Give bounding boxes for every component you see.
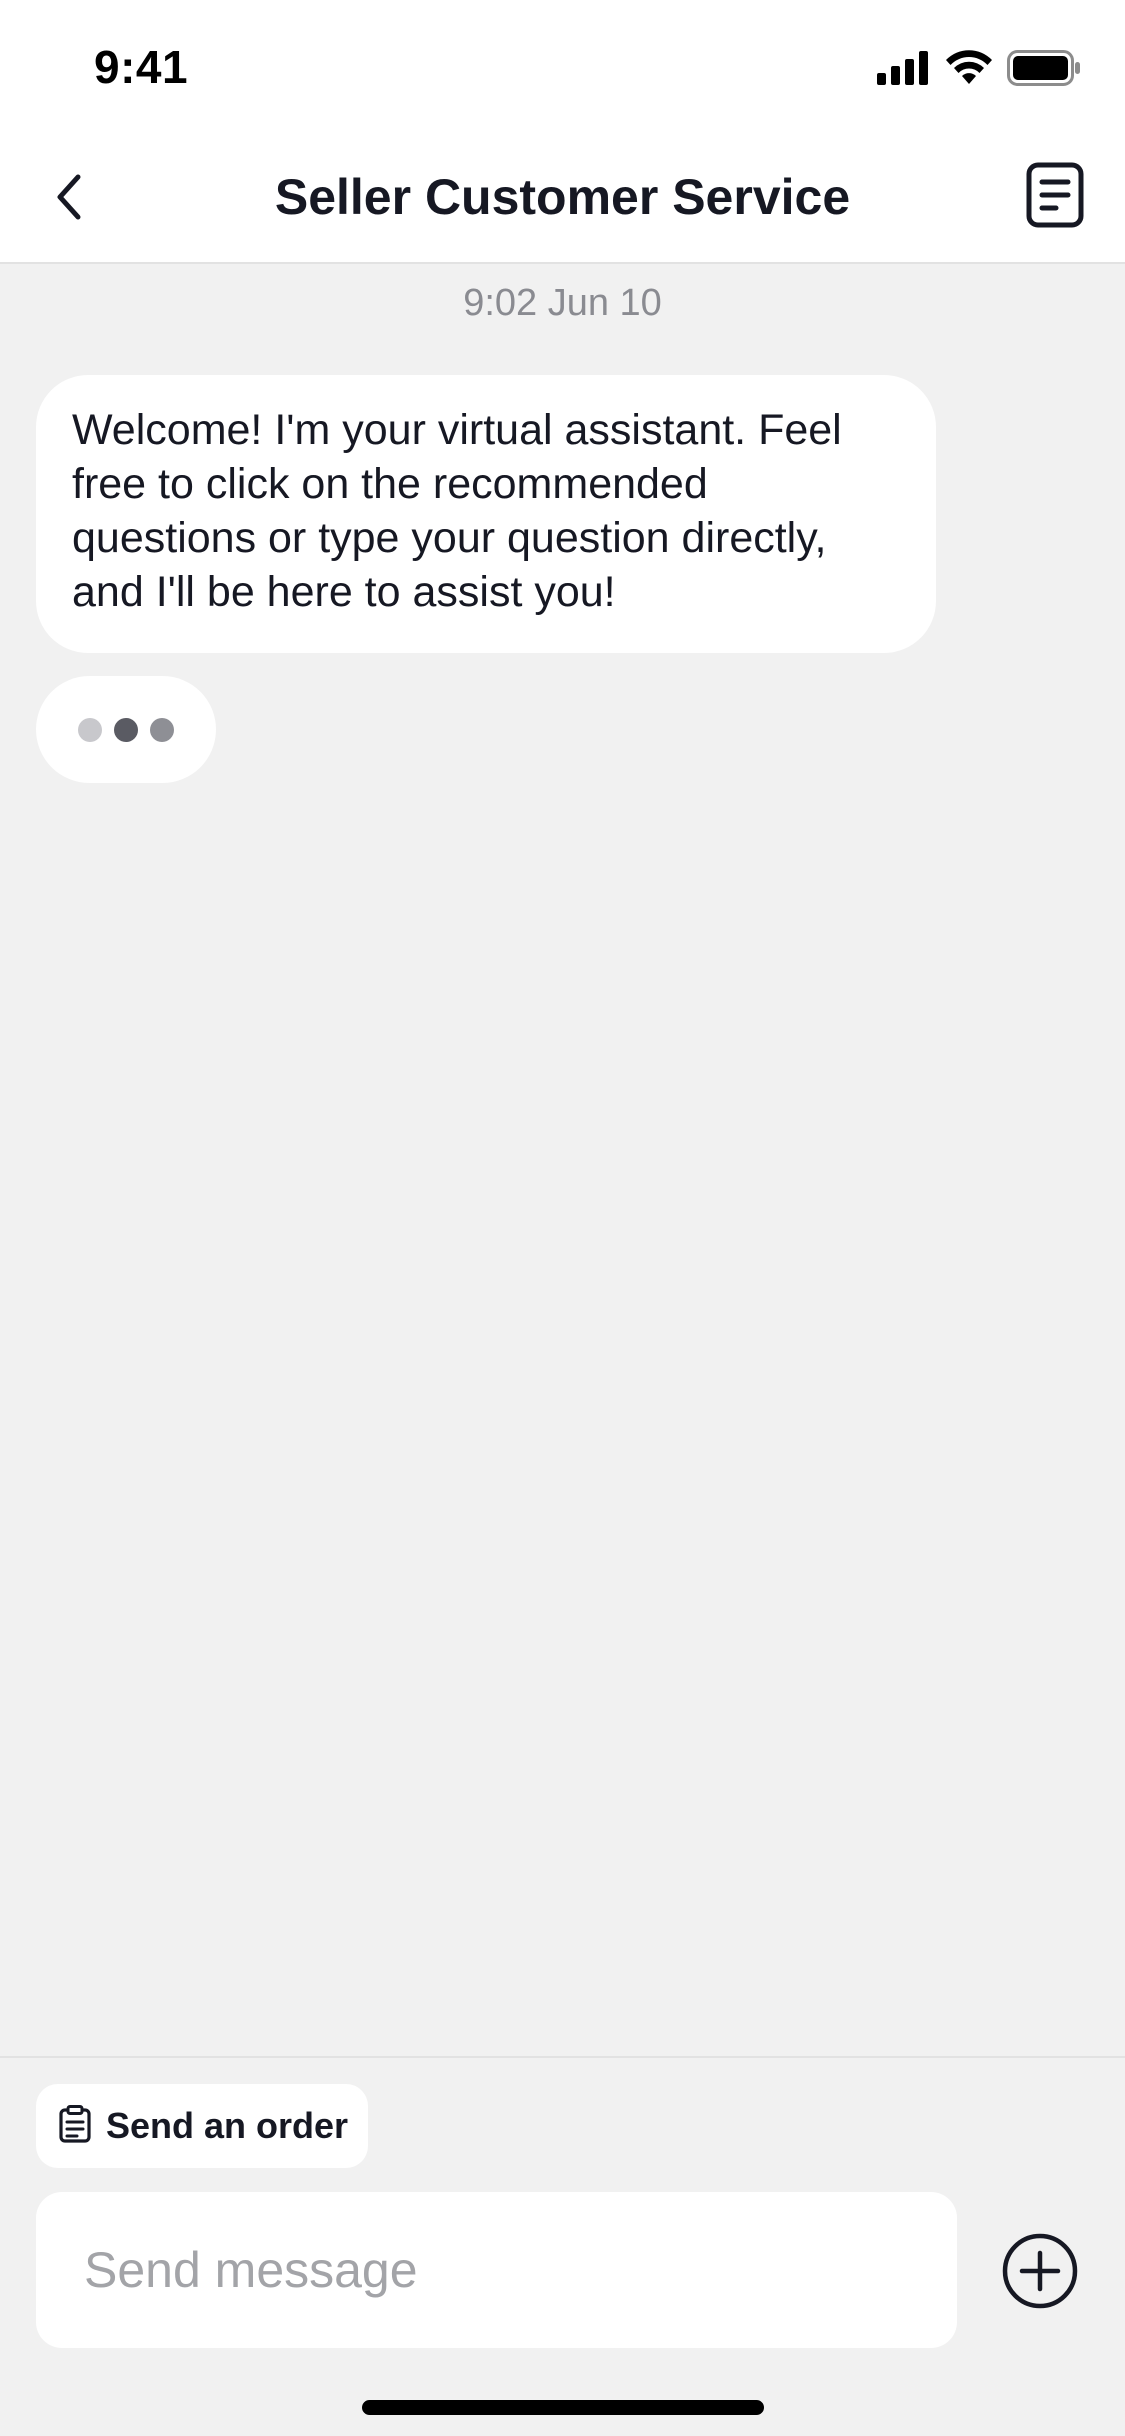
typing-dot — [150, 717, 174, 742]
wifi-icon — [945, 49, 993, 91]
typing-indicator — [36, 676, 216, 783]
order-list-button[interactable] — [1013, 155, 1097, 239]
nav-bar: Seller Customer Service — [0, 135, 1125, 264]
document-list-icon — [1026, 162, 1084, 233]
status-time: 9:41 — [94, 41, 189, 93]
assistant-message-text: Welcome! I'm your virtual assistant. Fee… — [72, 406, 842, 616]
message-input[interactable] — [36, 2192, 957, 2348]
chat-screen: 9:41 Seller Customer Service 9:02 Jun 10… — [0, 0, 1125, 2436]
clipboard-icon — [58, 2104, 92, 2148]
status-icons — [877, 49, 1081, 91]
chevron-left-icon — [50, 171, 90, 228]
page-title: Seller Customer Service — [274, 169, 851, 225]
plus-circle-icon — [1001, 2232, 1079, 2315]
message-timestamp: 9:02 Jun 10 — [463, 282, 662, 324]
assistant-message-bubble: Welcome! I'm your virtual assistant. Fee… — [36, 375, 936, 653]
back-button[interactable] — [36, 165, 104, 233]
typing-dot — [78, 717, 102, 742]
cellular-signal-icon — [877, 50, 931, 90]
status-bar: 9:41 — [0, 0, 1125, 135]
message-input-container — [36, 2192, 957, 2348]
battery-icon — [1007, 49, 1081, 91]
home-indicator — [362, 2400, 764, 2415]
add-attachment-button[interactable] — [1000, 2233, 1080, 2313]
send-order-button[interactable]: Send an order — [36, 2084, 369, 2168]
send-order-label: Send an order — [106, 2105, 349, 2146]
message-composer: Send an order — [0, 2056, 1125, 2436]
typing-dot — [114, 717, 138, 742]
